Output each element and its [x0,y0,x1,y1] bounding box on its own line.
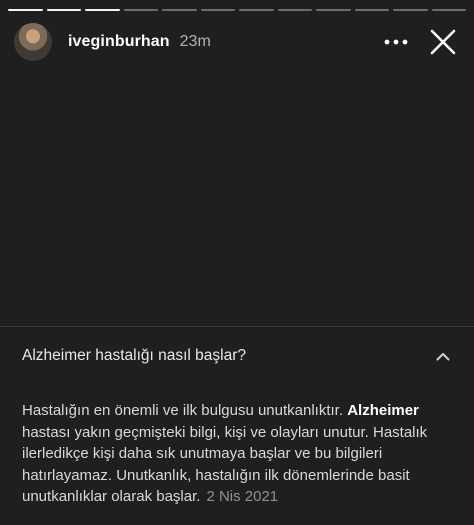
story-progress-bar [8,9,466,11]
progress-segment [46,9,81,11]
progress-segment [316,9,351,11]
username[interactable]: iveginburhan [68,33,170,51]
more-horizontal-icon [384,39,408,45]
progress-segment [162,9,197,11]
faq-answer: Hastalığın en önemli ve ilk bulgusu unut… [22,400,456,508]
close-icon [430,29,456,55]
progress-segment [85,9,120,11]
progress-segment [239,9,274,11]
answer-text-start: Hastalığın en önemli ve ilk bulgusu unut… [22,402,348,419]
answer-keyword: Alzheimer [347,402,419,419]
progress-segment [393,9,428,11]
avatar[interactable] [14,23,52,61]
answer-date: 2 Nis 2021 [206,488,279,505]
story-header: iveginburhan 23m [14,22,460,62]
story-viewer[interactable]: iveginburhan 23m Alzheimer hastalığı nas… [0,0,474,525]
close-button[interactable] [426,25,460,59]
faq-question: Alzheimer hastalığı nasıl başlar? [22,347,247,364]
chevron-up-icon [434,347,452,365]
progress-segment [354,9,389,11]
progress-segment [123,9,158,11]
section-divider [0,326,474,327]
more-options-button[interactable] [376,26,416,58]
progress-segment [431,9,466,11]
progress-segment [8,9,43,11]
faq-question-toggle[interactable]: Alzheimer hastalığı nasıl başlar? [0,330,474,382]
progress-segment [200,9,235,11]
progress-segment [277,9,312,11]
post-time: 23m [179,33,211,50]
